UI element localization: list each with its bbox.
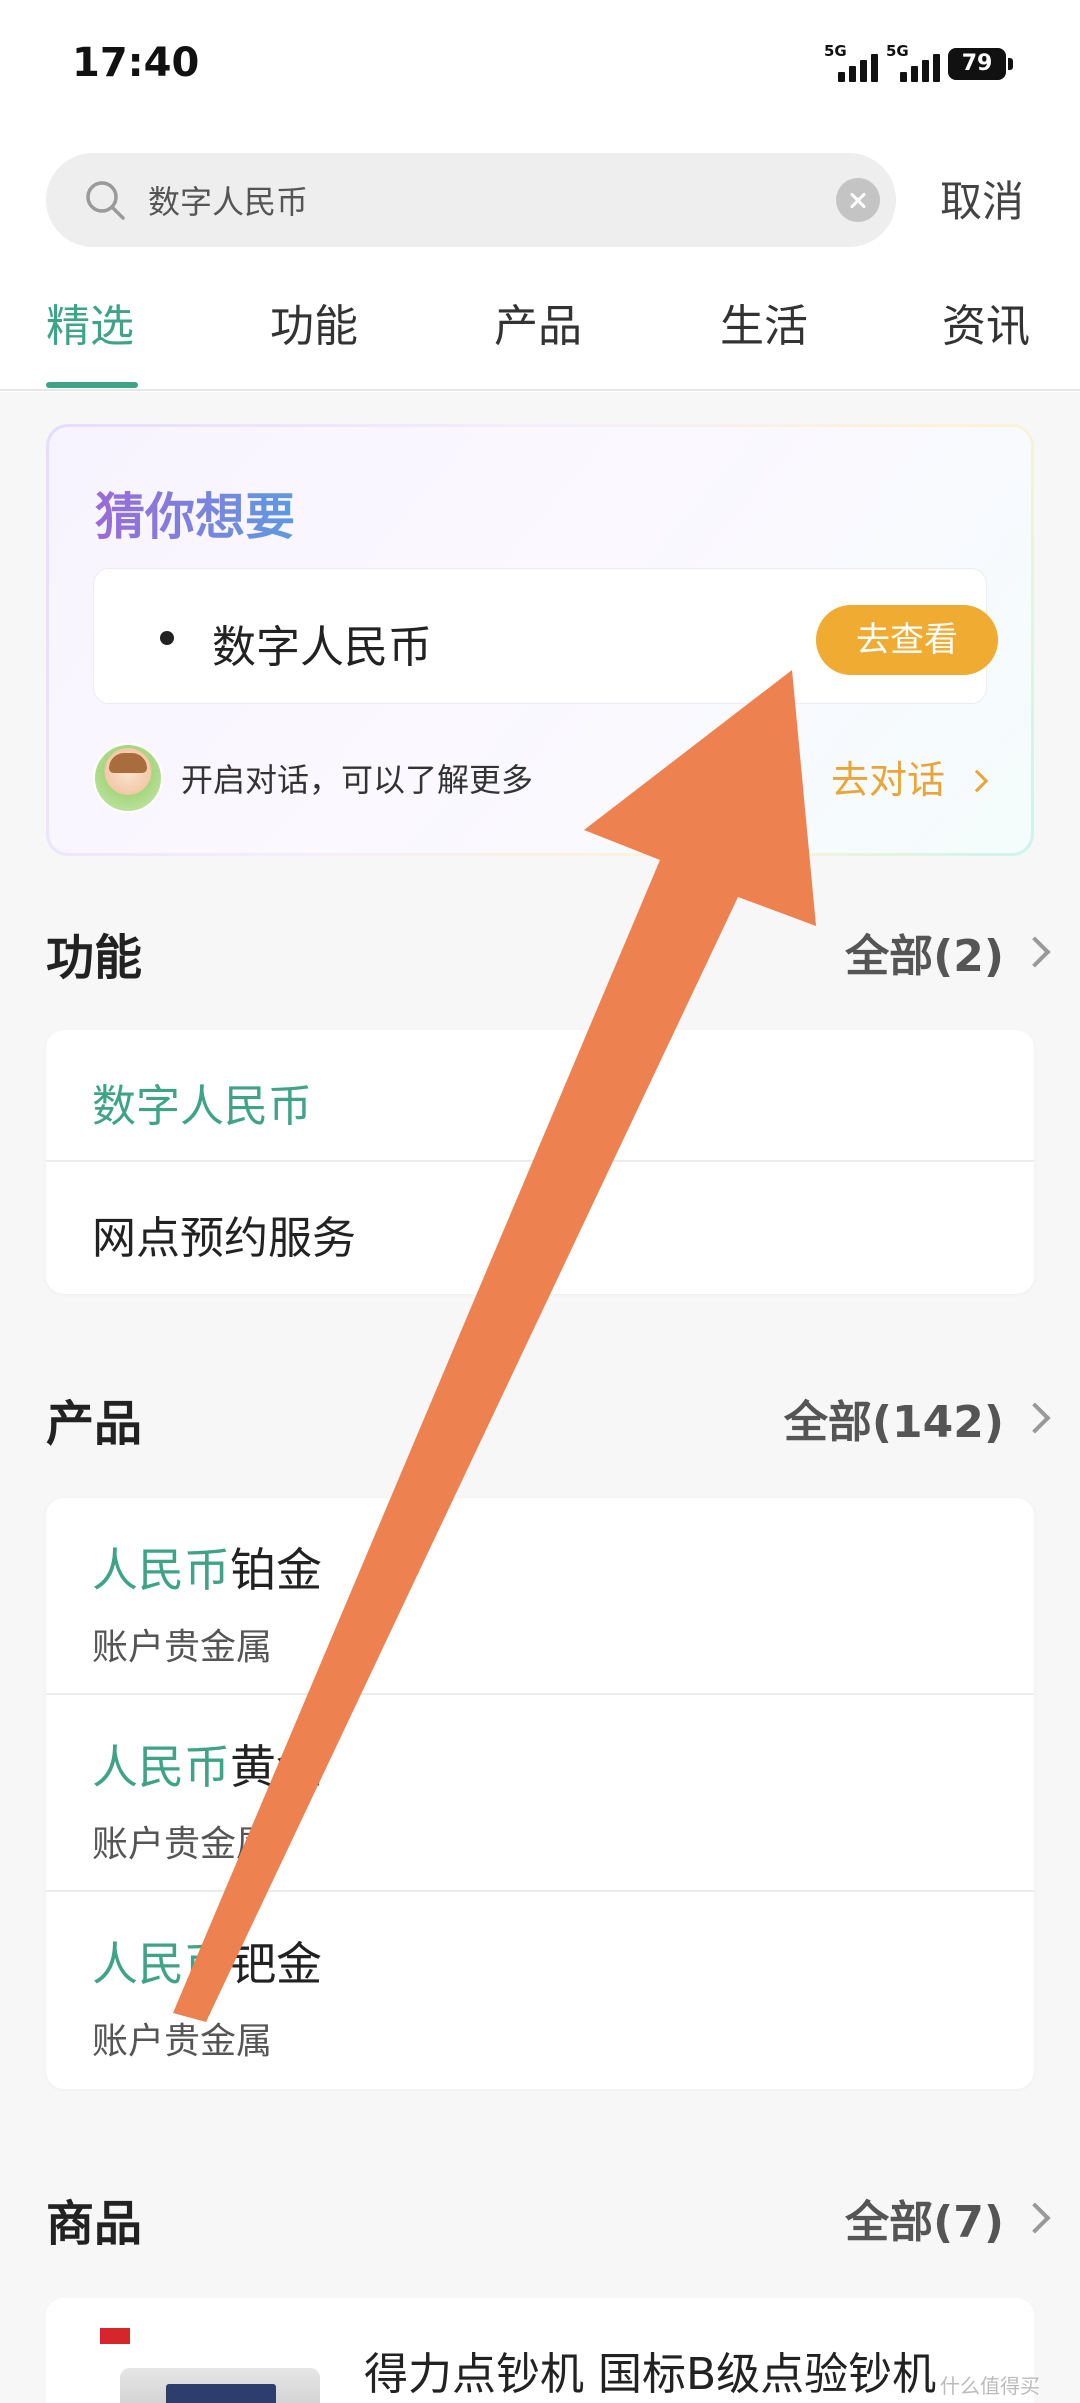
suggestion-text: 数字人民币 xyxy=(212,622,432,673)
chevron-right-icon xyxy=(1019,936,1051,968)
product-name: 人民币钯金 xyxy=(92,1937,322,1991)
product-category: 账户贵金属 xyxy=(92,1627,273,1668)
product-image xyxy=(96,2328,352,2403)
cancel-button[interactable]: 取消 xyxy=(940,168,1024,229)
product-item[interactable]: 人民币黄金 账户贵金属 xyxy=(46,1695,1034,1892)
go-chat-link[interactable]: 去对话 xyxy=(831,749,989,804)
tab-indicator xyxy=(46,382,138,388)
divider xyxy=(0,389,1080,391)
signal-icon: 5G xyxy=(886,42,946,82)
status-bar: 17:40 5G 5G 79 xyxy=(0,0,1080,130)
section-title-functions: 功能 xyxy=(46,930,143,986)
suggestion-row[interactable]: 数字人民币 去查看 xyxy=(93,568,998,704)
watermark: 什么值得买 xyxy=(940,2374,1040,2398)
goods-item[interactable]: 得力点钞机 国标B级点验钞机 xyxy=(46,2298,1034,2403)
tab-bar: 精选 功能 产品 生活 资讯 xyxy=(0,290,1080,390)
product-category: 账户贵金属 xyxy=(92,1824,273,1865)
section-title-goods: 商品 xyxy=(46,2196,143,2252)
function-item[interactable]: 数字人民币 xyxy=(46,1030,1034,1162)
functions-more-label: 全部(2) xyxy=(845,931,1004,982)
products-list: 人民币铂金 账户贵金属 人民币黄金 账户贵金属 人民币钯金 账户贵金属 xyxy=(46,1498,1034,2089)
search-query: 数字人民币 xyxy=(148,183,309,221)
products-more-link[interactable]: 全部(142) xyxy=(783,1386,1051,1450)
products-more-label: 全部(142) xyxy=(783,1397,1004,1448)
functions-list: 数字人民币 网点预约服务 xyxy=(46,1030,1034,1294)
product-item[interactable]: 人民币钯金 账户贵金属 xyxy=(46,1892,1034,2089)
guess-card: 猜你想要 数字人民币 去查看 开启对话，可以了解更多 去对话 xyxy=(46,424,1034,856)
signal-icon: 5G xyxy=(824,42,884,82)
functions-more-link[interactable]: 全部(2) xyxy=(845,920,1051,984)
tab-featured[interactable]: 精选 xyxy=(46,290,134,354)
search-input[interactable]: 数字人民币 xyxy=(46,153,896,247)
go-chat-label: 去对话 xyxy=(831,758,946,802)
assistant-avatar xyxy=(93,743,163,813)
search-icon xyxy=(86,181,125,220)
section-title-products: 产品 xyxy=(46,1396,143,1452)
chat-hint: 开启对话，可以了解更多 xyxy=(181,761,534,799)
chevron-right-icon xyxy=(1019,1402,1051,1434)
function-label: 数字人民币 xyxy=(92,1081,312,1132)
tab-news[interactable]: 资讯 xyxy=(942,290,1030,354)
chevron-right-icon xyxy=(1019,2202,1051,2234)
clear-icon[interactable] xyxy=(836,178,880,222)
goods-more-link[interactable]: 全部(7) xyxy=(845,2186,1051,2250)
product-name: 人民币黄金 xyxy=(92,1740,322,1794)
tab-life[interactable]: 生活 xyxy=(720,290,808,354)
guess-title: 猜你想要 xyxy=(95,477,295,549)
product-name: 人民币铂金 xyxy=(92,1543,322,1597)
chevron-right-icon xyxy=(965,769,989,793)
tab-functions[interactable]: 功能 xyxy=(270,290,358,354)
function-label: 网点预约服务 xyxy=(92,1213,356,1264)
go-view-button[interactable]: 去查看 xyxy=(816,605,998,675)
goods-more-label: 全部(7) xyxy=(845,2197,1004,2248)
goods-title: 得力点钞机 国标B级点验钞机 xyxy=(364,2349,937,2400)
product-item[interactable]: 人民币铂金 账户贵金属 xyxy=(46,1498,1034,1695)
bullet-icon xyxy=(160,631,174,645)
tab-products[interactable]: 产品 xyxy=(494,290,582,354)
function-item[interactable]: 网点预约服务 xyxy=(46,1162,1034,1294)
battery-icon: 79 xyxy=(948,48,1013,80)
status-time: 17:40 xyxy=(72,40,200,86)
product-category: 账户贵金属 xyxy=(92,2021,273,2062)
